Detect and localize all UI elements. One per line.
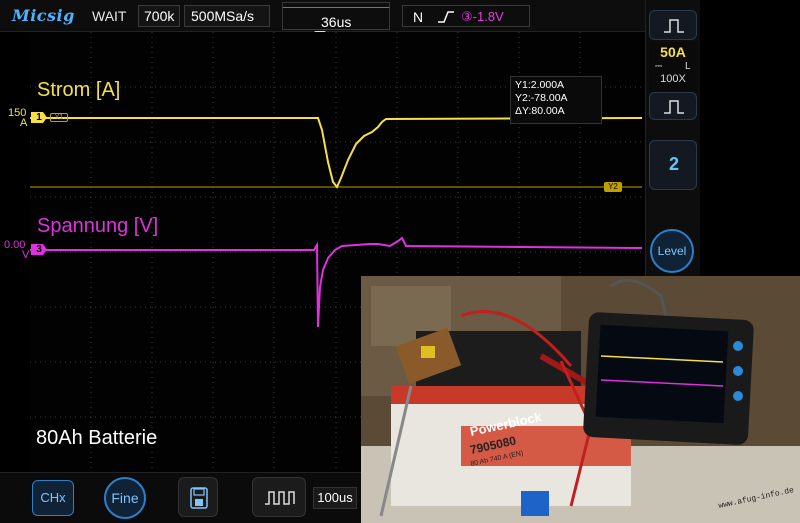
trigger-position: 36us bbox=[321, 14, 352, 30]
caption: 80Ah Batterie bbox=[36, 427, 158, 449]
pulse-icon bbox=[664, 100, 684, 114]
bandwidth-limit: L bbox=[685, 61, 691, 72]
save-icon bbox=[190, 487, 208, 509]
channel-select-label: 2 bbox=[668, 154, 679, 174]
sample-rate-box[interactable]: 500MSa/s bbox=[184, 5, 270, 27]
cursor-delta-value: ΔY:80.00A bbox=[515, 105, 565, 117]
trigger-position-box[interactable]: 36us bbox=[282, 2, 390, 30]
y2-cursor-tag[interactable]: Y2 bbox=[604, 182, 622, 192]
ch3-label: Spannung [V] bbox=[37, 215, 159, 237]
ch3-scale: 0.00 V bbox=[4, 239, 30, 261]
trigger-settings[interactable]: N ③-1.8V bbox=[402, 5, 530, 27]
trigger-source: ③-1.8V bbox=[461, 9, 504, 24]
level-button[interactable]: Level bbox=[650, 229, 694, 273]
save-button[interactable] bbox=[178, 477, 218, 517]
memory-depth-box[interactable]: 700k bbox=[138, 5, 180, 27]
pulse-icon bbox=[664, 19, 684, 33]
vertical-scale-value: 50A bbox=[660, 44, 686, 60]
y1-cursor-tag[interactable]: Y1 bbox=[50, 113, 68, 122]
setup-photo: Powerblock 7905080 80 Ah 740 A (EN) www.… bbox=[361, 276, 800, 523]
timebase-button[interactable] bbox=[252, 477, 306, 517]
ch1-label: Strom [A] bbox=[37, 79, 121, 101]
vertical-down-button[interactable] bbox=[649, 92, 697, 120]
fine-button[interactable]: Fine bbox=[104, 477, 146, 519]
probe-ratio: 100X bbox=[660, 73, 686, 85]
run-state[interactable]: WAIT bbox=[92, 8, 126, 24]
pulse-train-icon bbox=[265, 491, 295, 505]
rising-edge-icon bbox=[438, 11, 454, 23]
top-status-bar: Micsig WAIT 700k 500MSa/s 36us N ③-1.8V bbox=[0, 0, 645, 32]
cursor-readout: Y1:2.000A Y2:-78.00A ΔY:80.00A bbox=[510, 76, 602, 124]
ch1-scale: 150 A bbox=[8, 107, 28, 129]
memory-depth: 700k bbox=[144, 8, 175, 24]
brand-logo: Micsig bbox=[12, 6, 75, 25]
chx-button[interactable]: CHx bbox=[32, 480, 74, 516]
trigger-mode: N bbox=[413, 9, 424, 25]
vertical-scale-readout[interactable]: 50A ⎓ L 100X bbox=[649, 42, 697, 92]
timebase-value[interactable]: 100us bbox=[313, 487, 357, 509]
dc-coupling-icon: ⎓ bbox=[655, 61, 663, 71]
vertical-up-button[interactable] bbox=[649, 10, 697, 40]
sample-rate: 500MSa/s bbox=[191, 8, 255, 24]
cursor-y2-value: Y2:-78.00A bbox=[515, 92, 568, 104]
cursor-y1-value: Y1:2.000A bbox=[515, 79, 565, 91]
trigger-position-line bbox=[283, 7, 389, 8]
channel-select-button[interactable]: 2 bbox=[649, 140, 697, 190]
setup-photo-illustration: Powerblock 7905080 80 Ah 740 A (EN) www.… bbox=[361, 276, 800, 523]
